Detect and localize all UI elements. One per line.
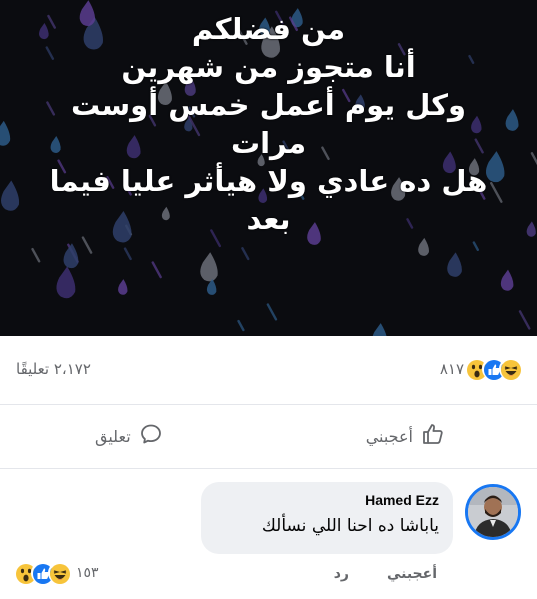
comments-count[interactable]: ٢،١٧٢ تعليقًا bbox=[16, 360, 91, 378]
post-line-5: هل ده عادي ولا هيأثر عليا فيما bbox=[49, 164, 488, 198]
comment-text: ياباشا ده احنا اللي نسألك bbox=[261, 516, 439, 536]
raindrop-streak bbox=[518, 310, 531, 330]
post-line-4: مرات bbox=[230, 126, 307, 160]
comment-reply-link[interactable]: رد bbox=[334, 566, 349, 582]
comment-reactions-count: ١٥٣ bbox=[76, 565, 99, 581]
like-button-label: أعجبني bbox=[365, 426, 413, 446]
raindrop-shape bbox=[447, 252, 462, 277]
raindrop-streak bbox=[31, 247, 41, 263]
raindrop-streak bbox=[151, 261, 162, 279]
raindrop-streak bbox=[241, 247, 250, 261]
raindrop-shape bbox=[56, 266, 76, 299]
comment-button-label: تعليق bbox=[95, 426, 131, 446]
raindrop-streak bbox=[123, 247, 132, 261]
divider-bottom bbox=[0, 468, 537, 469]
raindrop-shape bbox=[500, 269, 514, 291]
post-line-1: من فضلكم bbox=[191, 12, 346, 46]
post-line-6: بعد bbox=[246, 202, 291, 236]
post-image-text: من فضلكم أنا متجوز من شهرين وكل يوم أعمل… bbox=[0, 10, 537, 238]
raindrop-shape bbox=[118, 279, 128, 295]
comment-bubble[interactable]: Hamed Ezz ياباشا ده احنا اللي نسألك bbox=[201, 482, 453, 554]
post-actions-row: أعجبني تعليق bbox=[0, 408, 537, 468]
thumbs-up-icon bbox=[421, 422, 445, 450]
raindrop-shape bbox=[63, 243, 79, 269]
haha-emoji-icon bbox=[48, 562, 70, 584]
raindrop-shape bbox=[418, 237, 429, 256]
raindrop-streak bbox=[237, 319, 245, 332]
reactions-summary-bar: ٨١٧ ٢،١٧٢ تعليقًا bbox=[0, 336, 537, 404]
reactions-count: ٨١٧ bbox=[439, 360, 464, 378]
post-line-2: أنا متجوز من شهرين bbox=[121, 50, 416, 84]
raindrop-shape bbox=[206, 278, 217, 295]
raindrop-streak bbox=[81, 236, 93, 254]
comment-button[interactable]: تعليق bbox=[95, 422, 163, 450]
raindrop-streak bbox=[472, 241, 480, 251]
raindrop-shape bbox=[372, 323, 387, 336]
post-reactions[interactable]: ٨١٧ bbox=[440, 358, 521, 380]
comment-author[interactable]: Hamed Ezz bbox=[215, 492, 439, 508]
comment-actions: أعجبني رد bbox=[296, 566, 437, 582]
raindrop-shape bbox=[200, 252, 218, 282]
avatar[interactable] bbox=[465, 484, 521, 540]
like-button[interactable]: أعجبني bbox=[366, 422, 445, 450]
divider-top bbox=[0, 404, 537, 405]
comment-like-link[interactable]: أعجبني bbox=[387, 566, 437, 582]
post-image[interactable]: من فضلكم أنا متجوز من شهرين وكل يوم أعمل… bbox=[0, 0, 537, 336]
post-line-3: وكل يوم أعمل خمس أوست bbox=[70, 88, 467, 122]
haha-emoji-icon bbox=[499, 358, 521, 380]
comment-item: Hamed Ezz ياباشا ده احنا اللي نسألك أعجب… bbox=[0, 470, 537, 599]
raindrop-streak bbox=[266, 303, 278, 321]
comment-bubble-icon bbox=[139, 422, 163, 450]
comment-reactions[interactable]: ١٥٣ bbox=[14, 562, 99, 584]
